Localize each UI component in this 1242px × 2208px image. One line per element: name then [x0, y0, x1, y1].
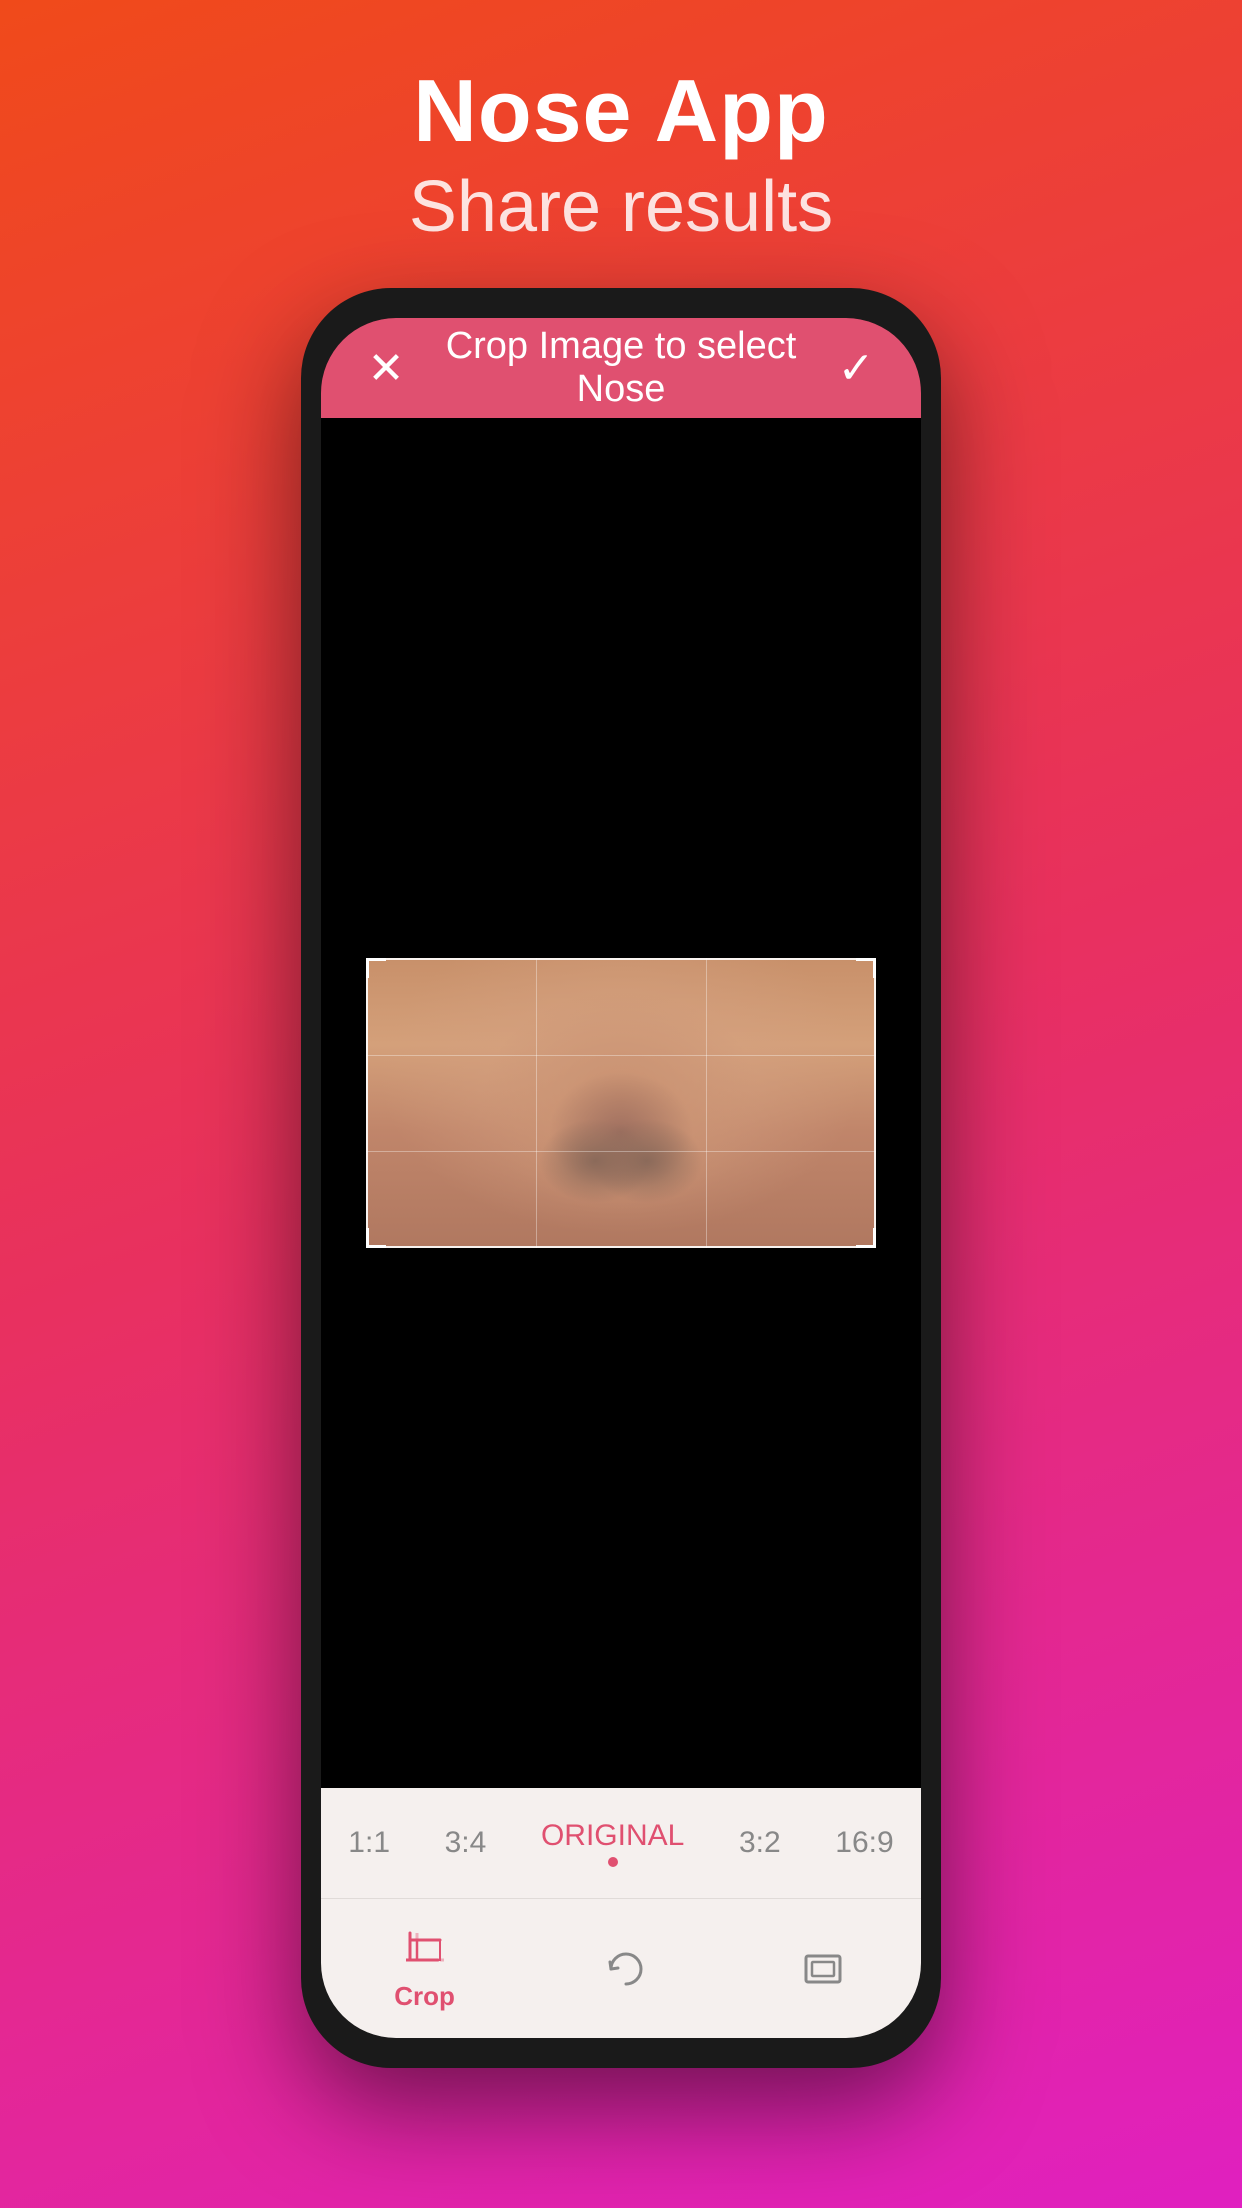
- top-bar: ✕ Crop Image to select Nose ✓: [321, 318, 921, 418]
- ratio-active-dot: [608, 1857, 618, 1867]
- bottom-toolbar: Crop: [321, 1898, 921, 2038]
- crop-icon: [400, 1925, 450, 1975]
- phone-screen: ✕ Crop Image to select Nose ✓: [321, 318, 921, 2038]
- ratio-3-2[interactable]: 3:2: [723, 1818, 797, 1868]
- crop-border: [366, 958, 876, 1248]
- aspect-tool-button[interactable]: [798, 1944, 848, 1994]
- rotate-tool-button[interactable]: [601, 1944, 651, 1994]
- crop-tool-button[interactable]: Crop: [394, 1925, 455, 2012]
- image-area: [321, 418, 921, 1788]
- ratio-3-4[interactable]: 3:4: [429, 1818, 503, 1868]
- crop-label: Crop: [394, 1981, 455, 2012]
- aspect-icon: [798, 1944, 848, 1994]
- crop-container[interactable]: [366, 958, 876, 1248]
- corner-tr: [856, 958, 876, 978]
- corner-tl: [366, 958, 386, 978]
- phone-device: ✕ Crop Image to select Nose ✓: [301, 288, 941, 2068]
- close-button[interactable]: ✕: [361, 343, 411, 394]
- header-section: Nose App Share results: [0, 0, 1242, 288]
- ratio-16-9[interactable]: 16:9: [819, 1818, 909, 1868]
- corner-br: [856, 1228, 876, 1248]
- ratio-bar: 1:1 3:4 ORIGINAL 3:2 16:9: [321, 1788, 921, 1898]
- ratio-1-1[interactable]: 1:1: [332, 1818, 406, 1868]
- ratio-original[interactable]: ORIGINAL: [525, 1811, 700, 1875]
- corner-bl: [366, 1228, 386, 1248]
- app-subtitle: Share results: [409, 166, 833, 248]
- app-title: Nose App: [413, 60, 828, 162]
- crop-title: Crop Image to select Nose: [411, 325, 831, 411]
- confirm-button[interactable]: ✓: [831, 343, 881, 394]
- rotate-icon: [601, 1944, 651, 1994]
